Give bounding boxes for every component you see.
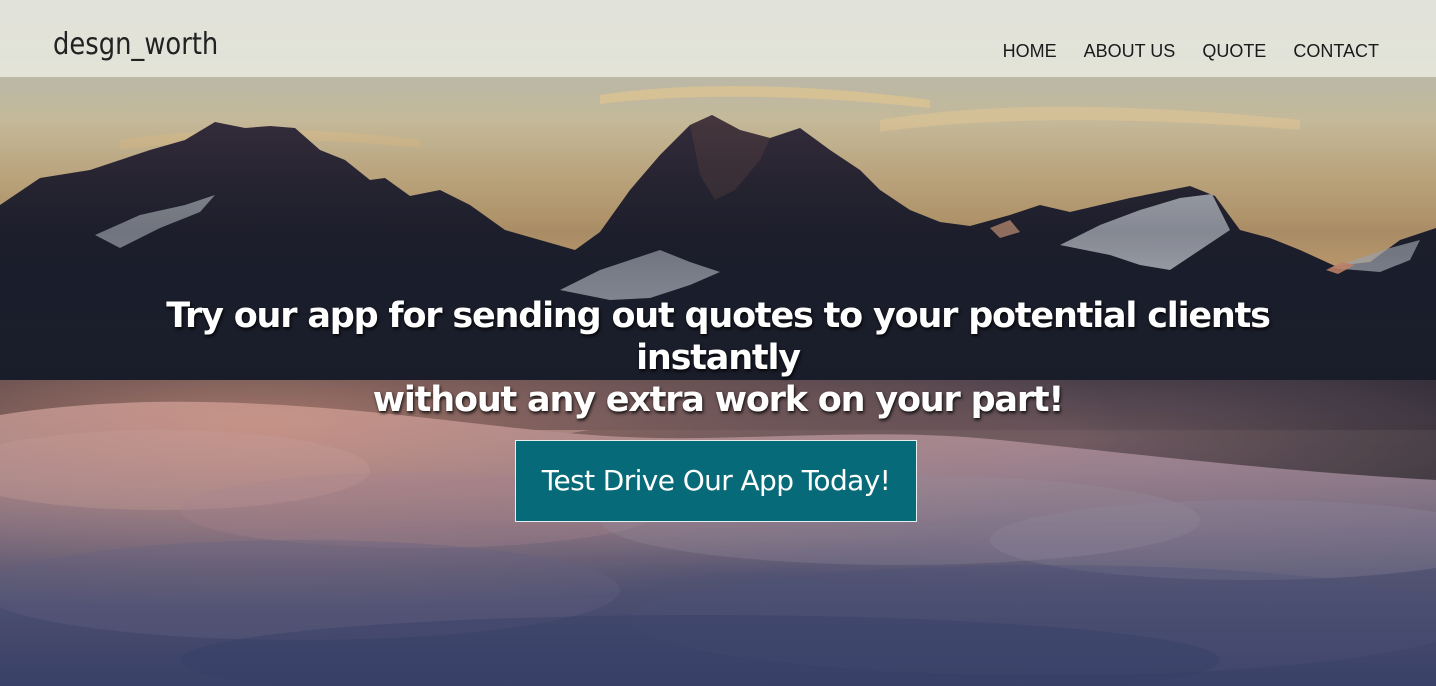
nav-item-about-us: ABOUT US [1084,40,1176,62]
nav-item-contact: CONTACT [1293,40,1379,62]
hero-section: Try our app for sending out quotes to yo… [0,0,1436,686]
nav-link-about-us[interactable]: ABOUT US [1084,40,1176,62]
nav-link-contact[interactable]: CONTACT [1293,40,1379,62]
hero-headline-line-1: Try our app for sending out quotes to yo… [166,296,1271,378]
main-nav: HOME ABOUT US QUOTE CONTACT [1003,40,1379,62]
hero-headline: Try our app for sending out quotes to yo… [118,295,1318,421]
nav-link-quote[interactable]: QUOTE [1202,40,1266,62]
nav-item-quote: QUOTE [1202,40,1266,62]
nav-item-home: HOME [1003,40,1057,62]
brand-logo[interactable]: desgn_worth [53,27,218,63]
top-navbar: desgn_worth HOME ABOUT US QUOTE CONTACT [0,0,1436,77]
hero-headline-line-2: without any extra work on your part! [372,380,1065,420]
test-drive-button[interactable]: Test Drive Our App Today! [515,440,917,522]
nav-link-home[interactable]: HOME [1003,40,1057,62]
